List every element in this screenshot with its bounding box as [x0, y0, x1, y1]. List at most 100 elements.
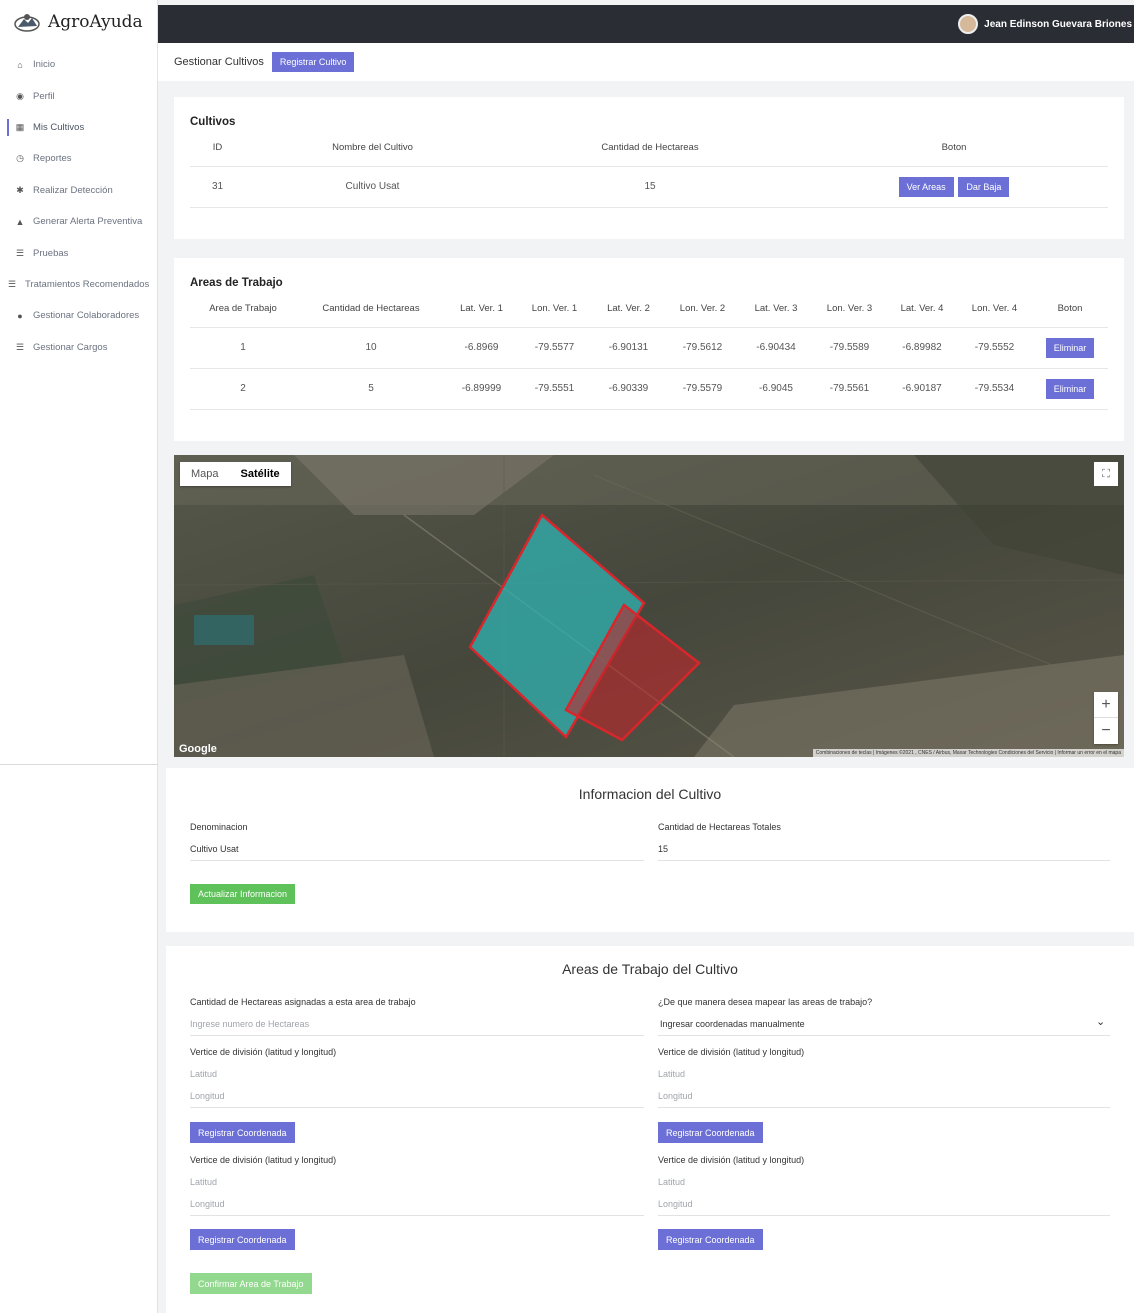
longitude-input[interactable]: Longitud	[190, 1199, 225, 1209]
column-header: Lon. Ver. 4	[971, 303, 1018, 315]
table-cell: -6.89999	[446, 367, 517, 410]
tab-map[interactable]: Mapa	[180, 462, 230, 486]
table-cell: -79.5612	[665, 326, 740, 368]
register-coordinate-button[interactable]: Registrar Coordenada	[658, 1122, 763, 1143]
avatar[interactable]	[958, 14, 979, 34]
table-cell: -6.90339	[592, 367, 665, 410]
sidebar-divider	[0, 764, 158, 765]
view-areas-button[interactable]: Ver Areas	[898, 176, 954, 197]
table-row: 2 5 -6.89999 -79.5551 -6.90339 -79.5579 …	[190, 367, 1108, 410]
field-underline	[190, 1107, 644, 1108]
column-header: Cantidad de Hectareas	[322, 303, 420, 315]
fullscreen-icon[interactable]: ⛶	[1094, 462, 1118, 486]
sidebar: AgroAyuda ⌂ Inicio ◉ Perfil ▦ Mis Cultivos …	[0, 0, 158, 1313]
sidebar-item-label: Gestionar Cargos	[33, 341, 108, 353]
table-cell: -6.89982	[887, 326, 957, 368]
vertex-label: Vertice de división (latitud y longitud)	[658, 1155, 805, 1165]
sidebar-item-pruebas[interactable]: ☰ Pruebas	[0, 237, 157, 268]
brand-name: AgroAyuda	[48, 11, 143, 32]
delete-area-button[interactable]: Eliminar	[1045, 378, 1095, 399]
sidebar-item-gestionar-colaboradores[interactable]: ● Gestionar Colaboradores	[0, 300, 157, 331]
user-name[interactable]: Jean Edinson Guevara Briones	[984, 19, 1132, 30]
update-info-button[interactable]: Actualizar Informacion	[190, 884, 296, 904]
list-icon: ☰	[15, 341, 25, 352]
table-cell: -6.90131	[592, 326, 665, 368]
sidebar-item-tratamientos[interactable]: ☰ Tratamientos Recomendados	[0, 269, 157, 300]
column-header: Lat. Ver. 3	[754, 303, 798, 315]
sidebar-item-inicio[interactable]: ⌂ Inicio	[0, 49, 157, 80]
sidebar-item-label: Perfil	[33, 90, 55, 102]
column-header: Nombre del Cultivo	[332, 142, 413, 154]
table-cell: -6.8969	[446, 326, 517, 368]
table-cell: -79.5577	[517, 326, 592, 368]
field-underline	[658, 860, 1110, 861]
sidebar-item-perfil[interactable]: ◉ Perfil	[0, 80, 157, 111]
longitude-input[interactable]: Longitud	[190, 1091, 225, 1101]
longitude-input[interactable]: Longitud	[658, 1199, 693, 1209]
register-coordinate-button[interactable]: Registrar Coordenada	[190, 1122, 295, 1143]
brand-logo-icon	[14, 13, 40, 32]
table-cell: -79.5534	[957, 367, 1032, 410]
denominacion-field[interactable]: Cultivo Usat	[190, 844, 239, 854]
zoom-out-button[interactable]: −	[1094, 718, 1118, 744]
column-header: Boton	[1057, 303, 1083, 315]
latitude-input[interactable]: Latitud	[658, 1177, 685, 1187]
sidebar-item-label: Reportes	[33, 153, 72, 165]
crops-title: Cultivos	[190, 116, 236, 128]
sidebar-nav: ⌂ Inicio ◉ Perfil ▦ Mis Cultivos ◷ Reportes …	[0, 49, 157, 363]
field-underline	[190, 1215, 644, 1216]
register-coordinate-button[interactable]: Registrar Coordenada	[190, 1229, 295, 1250]
chevron-down-icon[interactable]: ⌄	[1096, 1015, 1105, 1028]
mapping-method-label: ¿De que manera desea mapear las areas de…	[658, 997, 873, 1007]
longitude-input[interactable]: Longitud	[658, 1091, 693, 1101]
sidebar-item-mis-cultivos[interactable]: ▦ Mis Cultivos	[0, 112, 157, 143]
column-header: Cantidad de Hectareas	[601, 142, 699, 154]
delete-area-button[interactable]: Eliminar	[1045, 337, 1095, 358]
sidebar-item-gestionar-cargos[interactable]: ☰ Gestionar Cargos	[0, 332, 157, 363]
zoom-in-button[interactable]: +	[1094, 692, 1118, 718]
table-cell: -79.5579	[665, 367, 740, 410]
vertex-label: Vertice de división (latitud y longitud)	[190, 1155, 337, 1165]
sidebar-item-label: Inicio	[33, 59, 56, 71]
user-icon: ●	[17, 310, 23, 321]
table-cell: 1	[190, 326, 296, 368]
latitude-input[interactable]: Latitud	[658, 1069, 685, 1079]
column-header: Lat. Ver. 4	[900, 303, 944, 315]
deactivate-button[interactable]: Dar Baja	[958, 176, 1010, 197]
tab-satellite[interactable]: Satélite	[230, 462, 291, 486]
sidebar-item-label: Generar Alerta Preventiva	[33, 216, 143, 228]
satellite-map[interactable]: Mapa Satélite ⛶ + − Google Combinaciones…	[174, 455, 1124, 757]
latitude-input[interactable]: Latitud	[190, 1069, 217, 1079]
mapping-method-select[interactable]: Ingresar coordenadas manualmente	[660, 1019, 805, 1029]
field-underline	[658, 1035, 1110, 1036]
confirm-work-area-button[interactable]: Confirmar Area de Trabajo	[190, 1273, 312, 1294]
latitude-input[interactable]: Latitud	[190, 1177, 217, 1187]
table-cell: -79.5551	[517, 367, 592, 410]
table-cell: 10	[296, 326, 446, 368]
map-attribution[interactable]: Combinaciones de teclas | Imágenes ©2021…	[812, 749, 1124, 757]
sidebar-item-label: Pruebas	[33, 247, 69, 259]
work-areas-table-header: Area de Trabajo Cantidad de Hectareas La…	[190, 291, 1108, 327]
column-header: Lon. Ver. 2	[679, 303, 726, 315]
map-imagery	[174, 455, 1124, 757]
sidebar-item-generar-alerta[interactable]: ▲ Generar Alerta Preventiva	[0, 206, 157, 237]
table-cell: -79.5552	[957, 326, 1032, 368]
brand[interactable]: AgroAyuda	[0, 0, 157, 43]
zoom-controls: + −	[1094, 692, 1118, 744]
register-crop-button[interactable]: Registrar Cultivo	[271, 52, 355, 72]
home-icon: ⌂	[17, 59, 23, 70]
sidebar-item-reportes[interactable]: ◷ Reportes	[0, 143, 157, 174]
table-row: 1 10 -6.8969 -79.5577 -6.90131 -79.5612 …	[190, 326, 1108, 368]
sidebar-item-label: Mis Cultivos	[33, 121, 85, 133]
field-underline	[658, 1215, 1110, 1216]
hectareas-totales-field[interactable]: 15	[658, 844, 668, 854]
user-circle-icon: ◉	[16, 90, 24, 101]
register-coordinate-button[interactable]: Registrar Coordenada	[658, 1229, 763, 1250]
hectares-input[interactable]: Ingrese numero de Hectareas	[190, 1019, 309, 1029]
clock-icon: ◷	[16, 153, 24, 164]
column-header: ID	[212, 142, 223, 154]
work-areas-title: Areas de Trabajo	[190, 277, 283, 289]
sidebar-item-realizar-deteccion[interactable]: ✱ Realizar Detección	[0, 175, 157, 206]
column-header: Lat. Ver. 2	[607, 303, 650, 315]
vertex-label: Vertice de división (latitud y longitud)	[190, 1047, 337, 1057]
